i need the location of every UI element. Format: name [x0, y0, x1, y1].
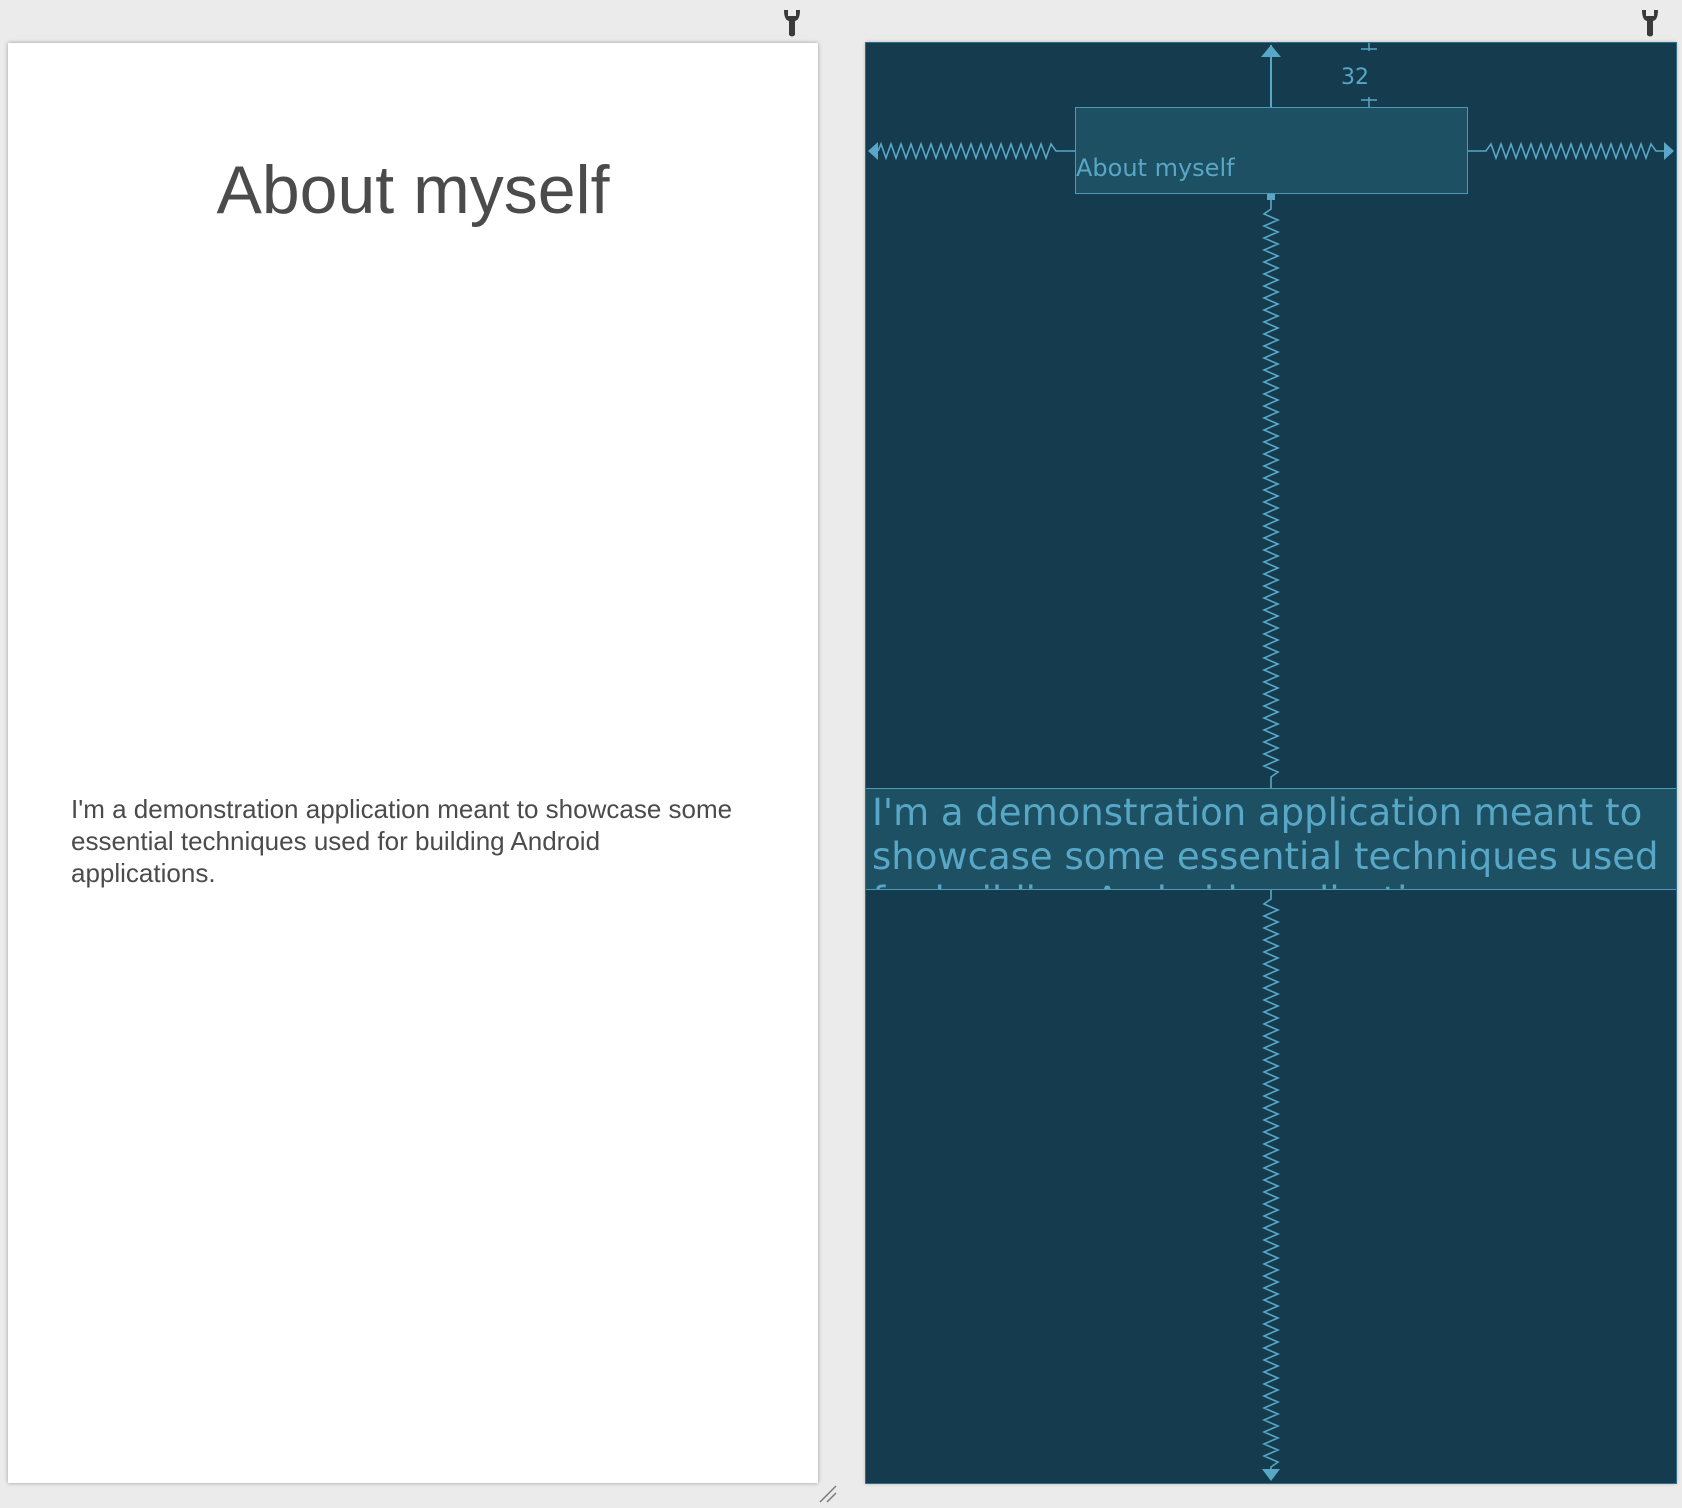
constraint-overlay: [868, 43, 1674, 1481]
resize-handle-icon[interactable]: [818, 1484, 838, 1504]
blueprint-surface[interactable]: 32 About myself I'm a demonstration appl…: [865, 42, 1677, 1484]
top-margin-label: 32: [1341, 65, 1369, 90]
description-text[interactable]: I'm a demonstration application meant to…: [71, 793, 741, 889]
blueprint-about-title-text: About myself: [1076, 154, 1235, 182]
about-title-text[interactable]: About myself: [8, 151, 818, 229]
design-surface[interactable]: About myself I'm a demonstration applica…: [8, 43, 818, 1483]
blueprint-about-title-widget[interactable]: About myself: [1075, 107, 1468, 194]
blueprint-description-widget[interactable]: I'm a demonstration application meant to…: [866, 788, 1676, 890]
wrench-icon[interactable]: [1641, 8, 1659, 38]
blueprint-description-text: I'm a demonstration application meant to…: [872, 791, 1659, 889]
wrench-icon[interactable]: [783, 8, 801, 38]
